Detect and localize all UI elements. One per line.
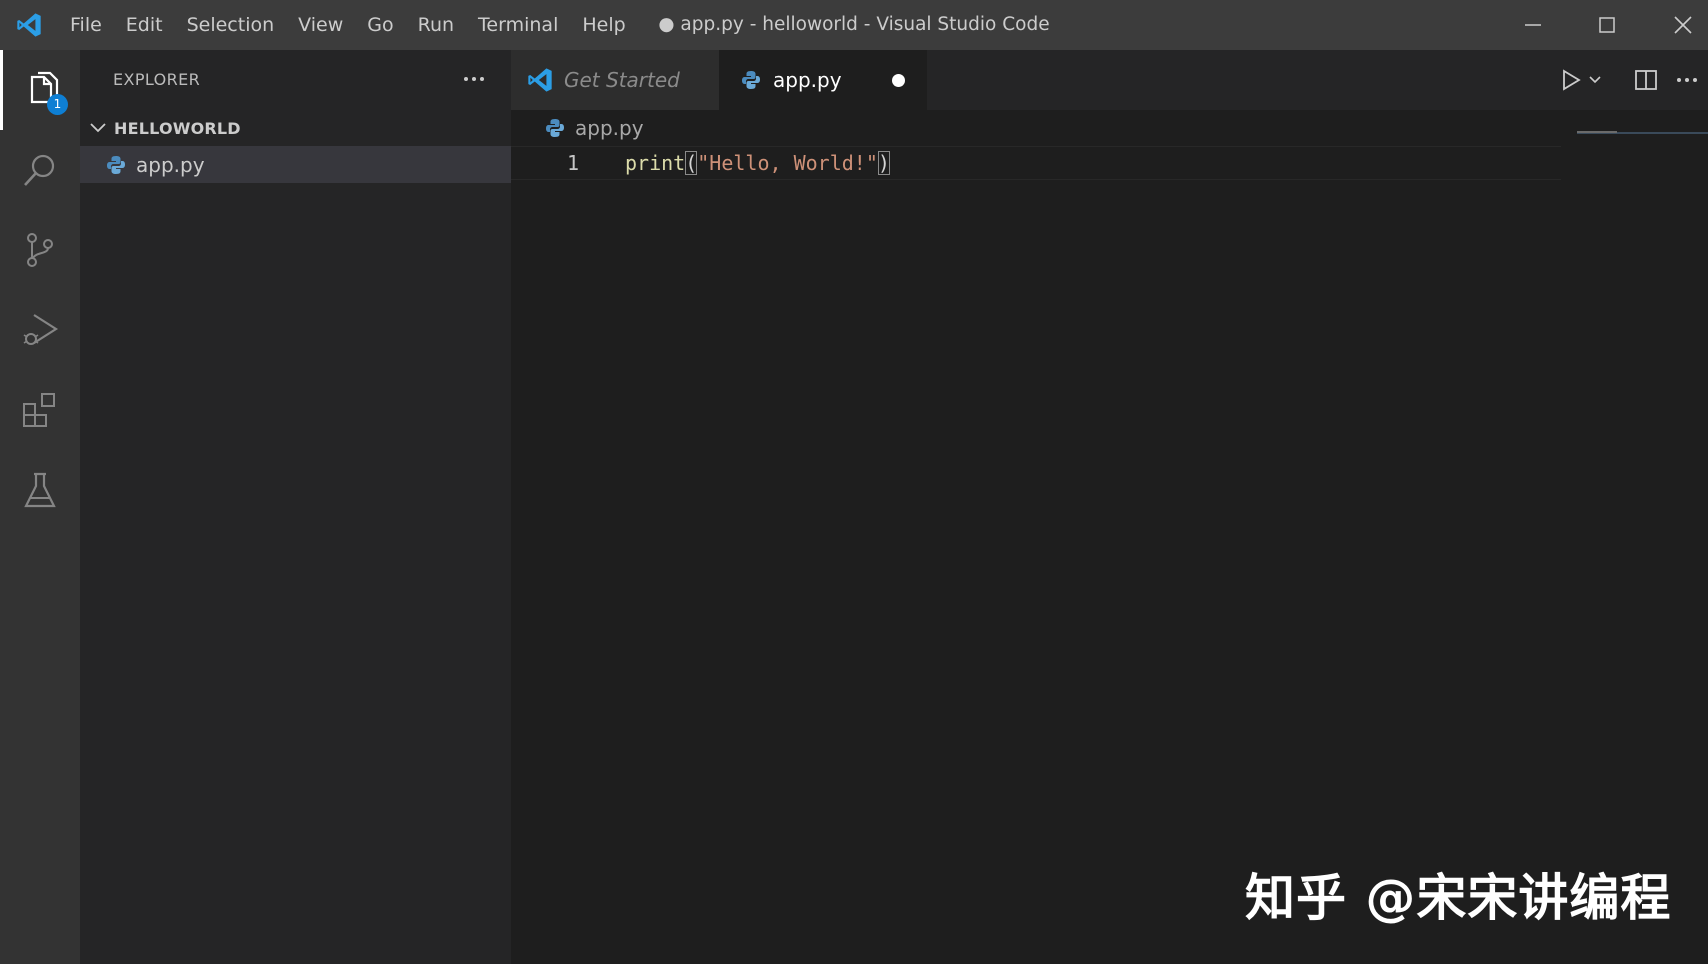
split-editor-icon: [1635, 70, 1657, 90]
token-function: print: [625, 151, 686, 175]
activity-extensions[interactable]: [0, 370, 80, 450]
unsaved-dot-icon[interactable]: [892, 74, 905, 87]
activity-search[interactable]: [0, 130, 80, 210]
tab-label: app.py: [773, 68, 842, 92]
activity-source-control[interactable]: [0, 210, 80, 290]
menu-view[interactable]: View: [286, 0, 355, 50]
file-name: app.py: [136, 152, 205, 177]
menu-run[interactable]: Run: [406, 0, 466, 50]
sidebar: EXPLORER HELLOWORLD app.py: [80, 50, 511, 964]
menu-edit[interactable]: Edit: [114, 0, 175, 50]
token-paren-close: ): [877, 151, 890, 175]
editor-more-button[interactable]: [1669, 62, 1705, 98]
breadcrumb-file: app.py: [575, 116, 644, 140]
code-editor[interactable]: 1 print("Hello, World!"): [511, 146, 1561, 180]
python-icon: [107, 155, 125, 174]
watermark: 知乎 @宋宋讲编程: [1245, 869, 1672, 927]
close-button[interactable]: [1648, 0, 1708, 50]
extensions-icon: [23, 393, 55, 427]
chevron-down-icon: [1589, 76, 1601, 84]
file-item[interactable]: app.py: [80, 146, 511, 183]
title-bar: File Edit Selection View Go Run Terminal…: [0, 0, 1708, 50]
more-icon: [1677, 78, 1697, 82]
tab-app-py[interactable]: app.py: [719, 50, 927, 110]
activity-bar: 1: [0, 50, 80, 964]
chevron-down-icon: [90, 123, 106, 133]
folder-row[interactable]: HELLOWORLD: [80, 110, 511, 146]
maximize-button[interactable]: [1572, 0, 1642, 50]
vscode-logo-icon: [528, 68, 552, 92]
menu-bar: File Edit Selection View Go Run Terminal…: [58, 0, 638, 50]
run-icon: [1563, 69, 1581, 91]
close-icon: [1674, 16, 1692, 34]
tab-bar: Get Started app.py: [511, 50, 1708, 110]
explorer-title: EXPLORER: [113, 70, 201, 89]
code-line[interactable]: print("Hello, World!"): [625, 147, 890, 179]
minimap-slider[interactable]: [1577, 131, 1617, 133]
menu-selection[interactable]: Selection: [175, 0, 287, 50]
token-string: "Hello, World!": [697, 151, 878, 175]
folder-name: HELLOWORLD: [114, 118, 241, 138]
run-python-button[interactable]: [1556, 62, 1606, 98]
python-icon: [742, 71, 760, 89]
activity-explorer[interactable]: 1: [0, 50, 80, 130]
menu-go[interactable]: Go: [355, 0, 405, 50]
split-editor-button[interactable]: [1628, 62, 1664, 98]
minimize-icon: [1525, 24, 1541, 26]
line-number: 1: [567, 151, 580, 175]
breadcrumb[interactable]: app.py: [511, 110, 1708, 146]
run-debug-icon: [23, 314, 59, 345]
minimize-button[interactable]: [1498, 0, 1568, 50]
beaker-icon: [24, 472, 56, 508]
menu-help[interactable]: Help: [570, 0, 637, 50]
sidebar-header: EXPLORER: [80, 50, 511, 110]
python-icon: [546, 119, 564, 137]
search-icon: [24, 154, 55, 186]
activity-testing[interactable]: [0, 450, 80, 530]
tab-label: Get Started: [564, 68, 680, 92]
source-control-icon: [27, 233, 53, 267]
more-icon: [464, 77, 484, 81]
tab-get-started[interactable]: Get Started: [511, 50, 719, 110]
vscode-logo-icon[interactable]: [14, 11, 44, 39]
menu-terminal[interactable]: Terminal: [466, 0, 570, 50]
menu-file[interactable]: File: [58, 0, 114, 50]
maximize-icon: [1599, 17, 1615, 33]
explorer-badge: 1: [47, 94, 68, 115]
explorer-more-button[interactable]: [459, 64, 489, 94]
activity-run-debug[interactable]: [0, 290, 80, 370]
token-paren-open: (: [685, 151, 698, 175]
editor-group: Get Started app.py app.py 1 print("Hello…: [511, 50, 1708, 964]
